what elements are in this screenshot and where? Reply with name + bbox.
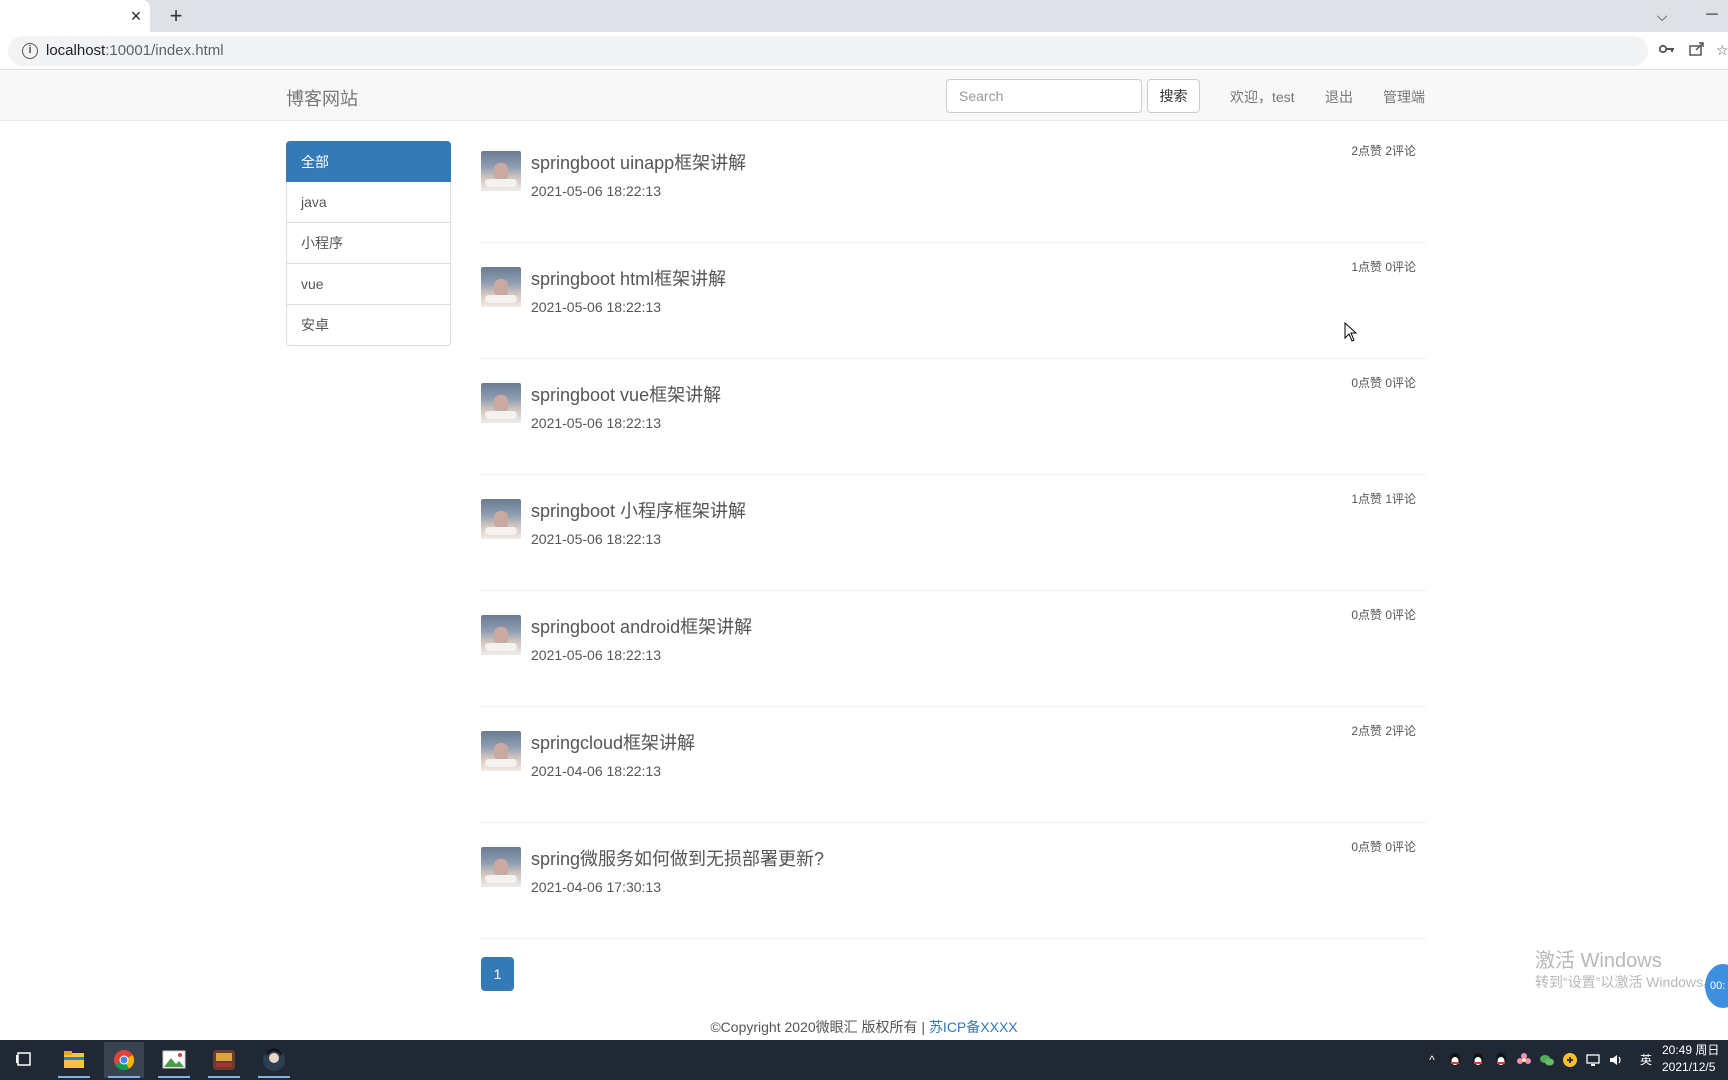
status-app-icon[interactable] [1562, 1052, 1578, 1068]
bookmark-star-icon[interactable]: ☆ [1716, 42, 1728, 60]
qq-icon-2[interactable] [1470, 1052, 1486, 1068]
taskbar-clock[interactable]: 20:49 周日 2021/12/5 [1662, 1042, 1728, 1076]
chrome-icon[interactable] [104, 1042, 144, 1078]
article-stats: 0点赞 0评论 [1351, 608, 1416, 622]
tab-search-icon[interactable]: ⌵ [1650, 4, 1674, 28]
article-thumbnail[interactable] [481, 151, 521, 191]
article-row[interactable]: spring微服务如何做到无损部署更新? 2021-04-06 17:30:13 0… [481, 823, 1426, 939]
footer-copyright: ©Copyright 2020微眼汇 版权所有 | [710, 1019, 929, 1035]
mouse-cursor-icon [1344, 322, 1358, 342]
url-text[interactable]: localhost:10001/index.html [46, 42, 224, 59]
article-thumbnail[interactable] [481, 499, 521, 539]
qq-icon-3[interactable] [1493, 1052, 1509, 1068]
share-icon[interactable] [1686, 42, 1708, 60]
game-app-icon[interactable] [204, 1042, 244, 1078]
article-stats: 1点赞 0评论 [1351, 260, 1416, 274]
admin-link[interactable]: 管理端 [1383, 87, 1425, 107]
article-date: 2021-05-06 18:22:13 [531, 531, 661, 547]
article-thumbnail[interactable] [481, 847, 521, 887]
article-title[interactable]: springboot html框架讲解 [531, 265, 726, 291]
category-item[interactable]: java [286, 182, 451, 223]
article-thumbnail[interactable] [481, 615, 521, 655]
tray-expand-icon[interactable]: ^ [1424, 1052, 1440, 1068]
file-explorer-icon[interactable] [54, 1042, 94, 1078]
article-stats: 1点赞 1评论 [1351, 492, 1416, 506]
category-item[interactable]: vue [286, 264, 451, 305]
article-thumbnail[interactable] [481, 383, 521, 423]
article-thumbnail[interactable] [481, 267, 521, 307]
address-bar: i localhost:10001/index.html [0, 32, 1728, 70]
category-item[interactable]: 全部 [286, 141, 451, 182]
article-title[interactable]: springboot android框架讲解 [531, 613, 752, 639]
article-list: springboot uinapp框架讲解 2021-05-06 18:22:13… [481, 127, 1426, 939]
browser-tab[interactable]: × [0, 0, 150, 32]
article-row[interactable]: springboot android框架讲解 2021-05-06 18:22:1… [481, 591, 1426, 707]
network-icon[interactable] [1585, 1052, 1601, 1068]
logout-link[interactable]: 退出 [1325, 87, 1353, 107]
footer-icp-link[interactable]: 苏ICP备XXXX [929, 1019, 1018, 1035]
browser-tab-strip: × + ⌵ ─ [0, 0, 1728, 32]
close-tab-icon[interactable]: × [126, 6, 146, 26]
article-row[interactable]: springcloud框架讲解 2021-04-06 18:22:13 2点赞 2评… [481, 707, 1426, 823]
article-date: 2021-05-06 18:22:13 [531, 183, 661, 199]
article-row[interactable]: springboot uinapp框架讲解 2021-05-06 18:22:13… [481, 127, 1426, 243]
article-title[interactable]: springboot 小程序框架讲解 [531, 497, 746, 523]
footer: ©Copyright 2020微眼汇 版权所有 | 苏ICP备XXXX [0, 1017, 1728, 1037]
task-view-icon[interactable] [4, 1042, 44, 1078]
site-navbar: 博客网站 搜索 欢迎，test 退出 管理端 [0, 71, 1728, 121]
article-row[interactable]: springboot html框架讲解 2021-05-06 18:22:13 1点… [481, 243, 1426, 359]
new-tab-icon[interactable]: + [164, 4, 188, 28]
minimize-window-icon[interactable]: ─ [1700, 4, 1724, 28]
article-row[interactable]: springboot 小程序框架讲解 2021-05-06 18:22:13 1点赞… [481, 475, 1426, 591]
clock-date: 2021/12/5 [1662, 1060, 1716, 1074]
site-brand[interactable]: 博客网站 [286, 85, 358, 111]
windows-activation-watermark-subtitle: 转到“设置”以激活 Windows。 [1535, 974, 1718, 990]
qq-icon[interactable] [1447, 1052, 1463, 1068]
search-button[interactable]: 搜索 [1147, 79, 1200, 113]
article-date: 2021-05-06 18:22:13 [531, 415, 661, 431]
article-title[interactable]: spring微服务如何做到无损部署更新? [531, 845, 824, 871]
wechat-icon[interactable] [1539, 1052, 1555, 1068]
flower-app-icon[interactable] [1516, 1052, 1532, 1068]
site-info-icon[interactable]: i [22, 43, 38, 59]
pagination-page-1[interactable]: 1 [481, 957, 514, 991]
article-title[interactable]: springboot vue框架讲解 [531, 381, 721, 407]
article-title[interactable]: springcloud框架讲解 [531, 729, 695, 755]
category-item[interactable]: 安卓 [286, 305, 451, 346]
article-date: 2021-05-06 18:22:13 [531, 299, 661, 315]
article-date: 2021-04-06 17:30:13 [531, 879, 661, 895]
article-date: 2021-05-06 18:22:13 [531, 647, 661, 663]
volume-icon[interactable] [1608, 1052, 1624, 1068]
floating-timer-text: 00: [1710, 980, 1726, 992]
article-date: 2021-04-06 18:22:13 [531, 763, 661, 779]
article-stats: 0点赞 0评论 [1351, 376, 1416, 390]
omnibox[interactable] [8, 36, 1648, 66]
article-title[interactable]: springboot uinapp框架讲解 [531, 149, 746, 175]
image-app-icon[interactable] [154, 1042, 194, 1078]
article-stats: 0点赞 0评论 [1351, 840, 1416, 854]
clock-time: 20:49 周日 [1662, 1043, 1720, 1057]
article-stats: 2点赞 2评论 [1351, 724, 1416, 738]
windows-activation-watermark-title: 激活 Windows [1535, 950, 1662, 972]
category-item[interactable]: 小程序 [286, 223, 451, 264]
article-stats: 2点赞 2评论 [1351, 144, 1416, 158]
welcome-user-link[interactable]: 欢迎，test [1230, 87, 1295, 107]
category-list: 全部 java 小程序 vue 安卓 [286, 141, 451, 346]
article-row[interactable]: springboot vue框架讲解 2021-05-06 18:22:13 0点赞… [481, 359, 1426, 475]
password-key-icon[interactable] [1656, 42, 1678, 60]
article-thumbnail[interactable] [481, 731, 521, 771]
ime-indicator[interactable]: 英 [1638, 1052, 1654, 1068]
avatar-app-icon[interactable] [254, 1042, 294, 1078]
search-input[interactable] [946, 79, 1142, 113]
